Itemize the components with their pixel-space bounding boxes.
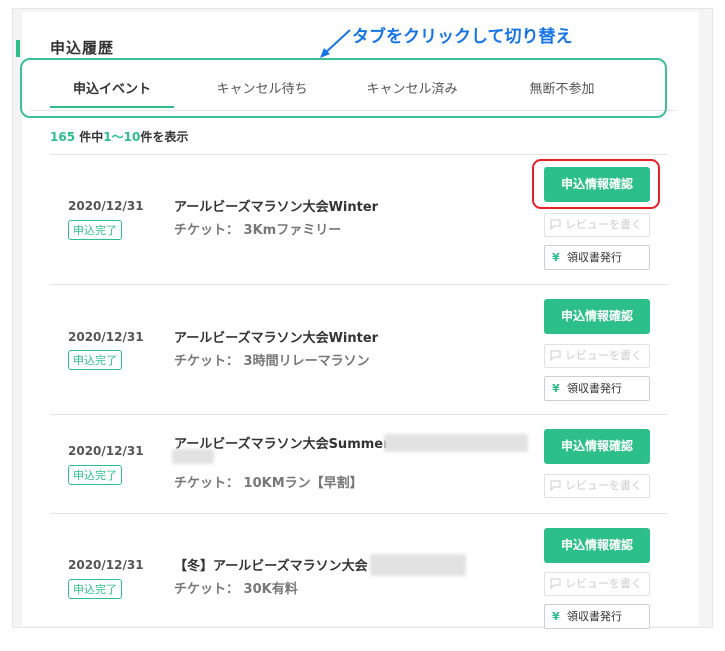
application-detail-button[interactable]: 申込情報確認 <box>544 299 650 334</box>
range-separator: 〜 <box>111 130 124 144</box>
yen-icon: ¥ <box>552 382 560 395</box>
range-start: 1 <box>103 130 112 144</box>
application-date: 2020/12/31 <box>68 558 144 572</box>
write-review-button[interactable]: レビューを書く <box>544 572 650 596</box>
row-divider <box>50 154 668 155</box>
yen-icon: ¥ <box>552 251 560 264</box>
page-title: 申込履歴 <box>50 39 115 57</box>
speech-bubble-icon <box>550 350 561 361</box>
speech-bubble-icon <box>550 219 561 230</box>
detail-button-highlight-ring <box>532 159 660 209</box>
range-end: 10 <box>123 130 141 144</box>
result-count: 165 件中1〜10件を表示 <box>50 128 188 145</box>
display-label: 件を表示 <box>140 130 189 144</box>
issue-receipt-button[interactable]: ¥ 領収書発行 <box>544 604 650 629</box>
redacted-text <box>384 434 528 452</box>
status-badge: 申込完了 <box>68 220 122 240</box>
ticket-info: チケット： 3Kmファミリー <box>174 223 342 238</box>
application-detail-button[interactable]: 申込情報確認 <box>544 429 650 464</box>
event-title: アールビーズマラソン大会Winter <box>174 331 379 346</box>
event-title: アールビーズマラソン大会Winter <box>174 200 379 215</box>
yen-icon: ¥ <box>552 610 560 623</box>
write-review-label: レビューを書く <box>565 577 642 590</box>
ticket-info: チケット： 3時間リレーマラソン <box>174 354 370 369</box>
row-divider <box>50 513 668 514</box>
application-date: 2020/12/31 <box>68 330 144 344</box>
write-review-label: レビューを書く <box>565 218 642 231</box>
annotation-text: タブをクリックして切り替え <box>352 27 573 47</box>
speech-bubble-icon <box>550 480 561 491</box>
application-date: 2020/12/31 <box>68 444 144 458</box>
ticket-info: チケット： 10KMラン【早割】 <box>174 476 363 491</box>
status-badge: 申込完了 <box>68 465 122 485</box>
status-badge: 申込完了 <box>68 579 122 599</box>
issue-receipt-button[interactable]: ¥ 領収書発行 <box>544 245 650 270</box>
row-divider <box>50 284 668 285</box>
write-review-button[interactable]: レビューを書く <box>544 474 650 498</box>
status-badge: 申込完了 <box>68 350 122 370</box>
issue-receipt-label: 領収書発行 <box>567 382 622 395</box>
ticket-info: チケット： 30K有料 <box>174 582 298 597</box>
redacted-text <box>370 554 466 576</box>
title-accent-bar <box>16 40 20 57</box>
write-review-label: レビューを書く <box>565 479 642 492</box>
total-count: 165 <box>50 130 76 144</box>
application-detail-button[interactable]: 申込情報確認 <box>544 528 650 563</box>
annotation-arrow-icon <box>320 29 351 58</box>
row-divider <box>50 414 668 415</box>
speech-bubble-icon <box>550 578 561 589</box>
tabs-highlight-ring <box>20 58 667 118</box>
write-review-button[interactable]: レビューを書く <box>544 213 650 237</box>
event-title: 【冬】アールビーズマラソン大会（ <box>174 559 381 574</box>
write-review-label: レビューを書く <box>565 349 642 362</box>
issue-receipt-button[interactable]: ¥ 領収書発行 <box>544 376 650 401</box>
write-review-button[interactable]: レビューを書く <box>544 344 650 368</box>
issue-receipt-label: 領収書発行 <box>567 251 622 264</box>
count-label: 件中 <box>75 130 104 144</box>
redacted-text <box>172 449 214 464</box>
issue-receipt-label: 領収書発行 <box>567 610 622 623</box>
application-date: 2020/12/31 <box>68 199 144 213</box>
